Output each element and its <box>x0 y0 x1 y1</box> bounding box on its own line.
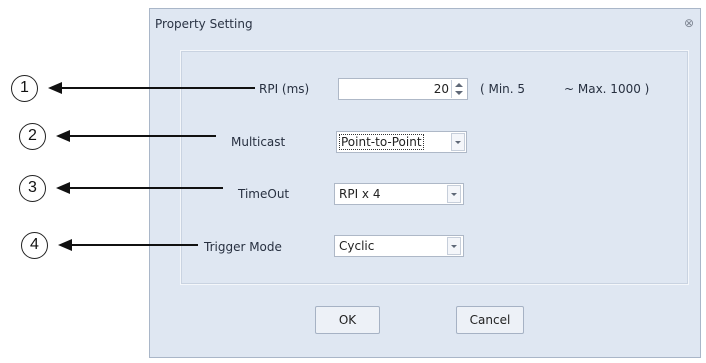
callout-4: 4 <box>21 232 48 259</box>
rpi-label: RPI (ms) <box>259 82 310 96</box>
trigger-mode-label: Trigger Mode <box>204 240 282 254</box>
rpi-min-text: ( Min. 5 <box>480 82 526 96</box>
timeout-selected: RPI x 4 <box>339 187 381 201</box>
spin-buttons[interactable] <box>451 80 466 98</box>
ok-button[interactable]: OK <box>315 306 380 334</box>
callout-1: 1 <box>11 75 38 102</box>
multicast-label: Multicast <box>231 135 286 149</box>
chevron-down-icon[interactable] <box>451 133 465 151</box>
arrow-line <box>68 244 198 246</box>
close-icon[interactable]: ⊗ <box>684 16 694 30</box>
rpi-value: 20 <box>433 82 449 96</box>
arrow-line <box>66 187 223 189</box>
title-bar: Property Setting ⊗ <box>150 9 700 39</box>
timeout-select[interactable]: RPI x 4 <box>334 183 464 205</box>
spin-down-icon[interactable] <box>455 91 463 95</box>
multicast-select[interactable]: Point-to-Point <box>336 131 467 153</box>
callout-2: 2 <box>19 123 46 150</box>
chevron-down-icon[interactable] <box>447 237 461 255</box>
callout-3: 3 <box>19 175 46 202</box>
rpi-spinbox[interactable]: 20 <box>338 78 468 100</box>
arrow-line <box>66 135 216 137</box>
trigger-mode-selected: Cyclic <box>339 239 375 253</box>
chevron-down-icon[interactable] <box>447 185 461 203</box>
arrow-line <box>58 87 255 89</box>
spin-up-icon[interactable] <box>455 83 463 87</box>
rpi-max-text: ~ Max. 1000 ) <box>564 82 650 96</box>
cancel-button[interactable]: Cancel <box>456 306 524 334</box>
trigger-mode-select[interactable]: Cyclic <box>334 235 464 257</box>
property-setting-dialog: Property Setting ⊗ RPI (ms) 20 ( Min. 5 … <box>149 8 701 358</box>
dialog-title: Property Setting <box>155 17 253 31</box>
timeout-label: TimeOut <box>238 187 290 201</box>
multicast-selected: Point-to-Point <box>339 134 424 150</box>
